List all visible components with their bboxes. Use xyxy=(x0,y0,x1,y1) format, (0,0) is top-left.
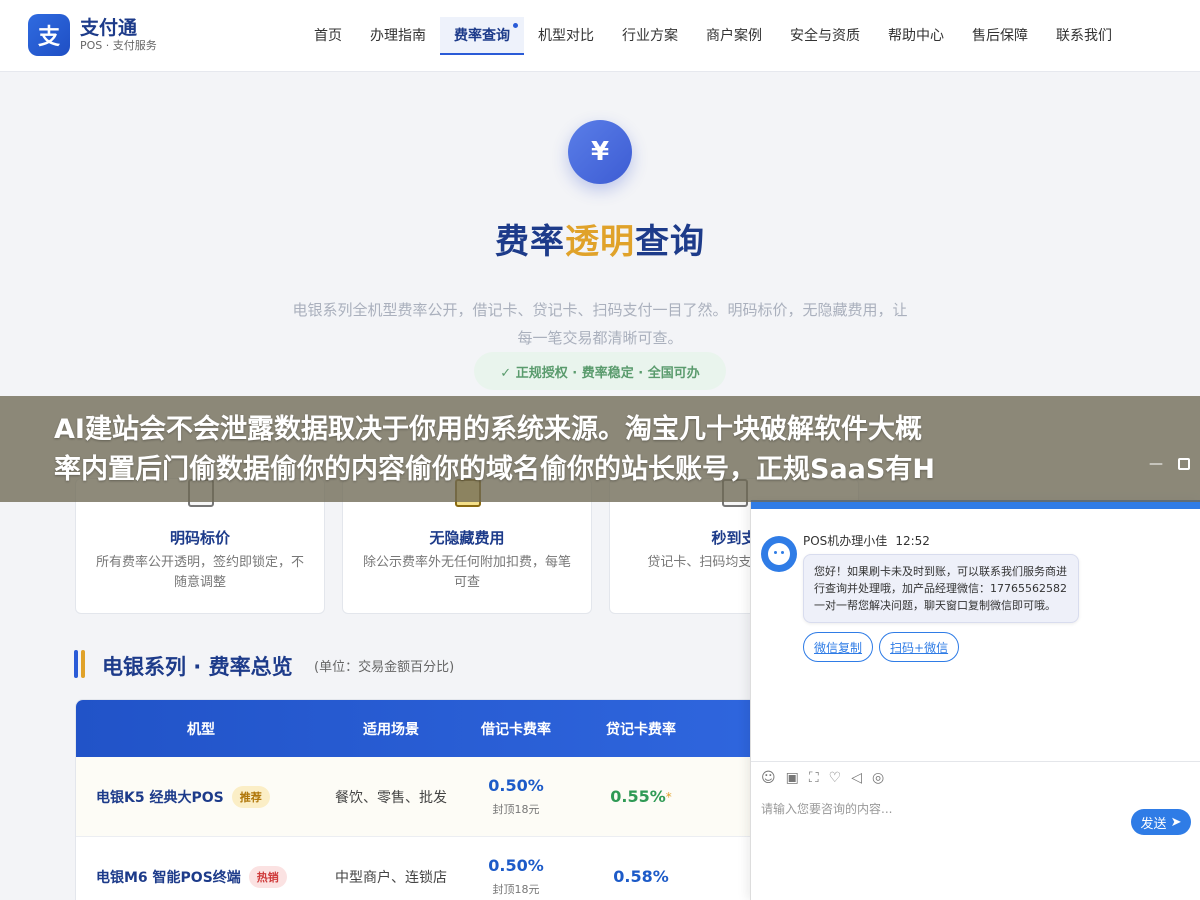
table-header: 机型 适用场景 借记卡费率 贷记卡费率 xyxy=(76,700,774,757)
copy-wechat-button[interactable]: 微信复制 xyxy=(803,632,874,662)
emoji-icon[interactable]: ☺ xyxy=(761,770,776,786)
nav-item-cases[interactable]: 商户案例 xyxy=(692,17,776,55)
site-header: 支 支付通 POS · 支付服务 首页 办理指南 费率查询 机型对比 行业方案 … xyxy=(0,0,1200,72)
section-unit: (单位：交易金额百分比) xyxy=(314,660,455,675)
brand-mark: 支 xyxy=(28,14,70,56)
nav-item-security[interactable]: 安全与资质 xyxy=(776,17,874,55)
section-title: 电银系列 · 费率总览 xyxy=(102,655,293,679)
trust-badge: ✓ 正规授权 · 费率稳定 · 全国可办 xyxy=(474,352,726,390)
model-name[interactable]: 电银K5 经典大POS xyxy=(96,787,224,807)
maximize-icon[interactable] xyxy=(1178,458,1190,470)
screenshot-icon[interactable]: ⛶ xyxy=(809,770,819,786)
agent-avatar xyxy=(761,536,797,572)
main-nav: 首页 办理指南 费率查询 机型对比 行业方案 商户案例 安全与资质 帮助中心 售… xyxy=(300,0,1126,72)
chat-toolbar: ☺ ▣ ⛶ ♡ ◁ ◎ xyxy=(761,770,884,786)
table-row: 电银K5 经典大POS 推荐 餐饮、零售、批发 0.50% 封顶18元 0.55% * xyxy=(76,757,774,837)
chat-widget: POS机办理小佳 12:52 您好！如果刷卡未及时到账，可以联系我们服务商进行查询… xyxy=(750,500,1200,900)
nav-item-contact[interactable]: 联系我们 xyxy=(1042,17,1126,55)
send-button[interactable]: 发送 ➤ xyxy=(1131,809,1191,835)
chat-message: 您好！如果刷卡未及时到账，可以联系我们服务商进行查询并处理哦，加产品经理微信：1… xyxy=(803,554,1079,623)
message-header: POS机办理小佳 12:52 xyxy=(803,534,930,548)
minimize-icon[interactable]: — xyxy=(1148,456,1164,472)
hero-description: 电银系列全机型费率公开，借记卡、贷记卡、扫码支付一目了然。明码标价，无隐藏费用，… xyxy=(292,301,908,347)
nav-item-rates[interactable]: 费率查询 xyxy=(440,17,524,55)
active-dot-icon xyxy=(513,23,518,28)
nav-item-help[interactable]: 帮助中心 xyxy=(874,17,958,55)
scan-wechat-button[interactable]: 扫码+微信 xyxy=(879,632,960,662)
model-name[interactable]: 电银M6 智能POS终端 xyxy=(96,867,241,887)
brand-title: 支付通 xyxy=(80,17,138,39)
brand-logo[interactable]: 支 支付通 POS · 支付服务 xyxy=(28,14,157,56)
recommend-badge: 推荐 xyxy=(231,785,270,808)
yen-icon: ¥ xyxy=(568,120,632,184)
nav-item-aftersales[interactable]: 售后保障 xyxy=(958,17,1042,55)
mute-icon[interactable]: ◁ xyxy=(851,770,862,786)
section-accent xyxy=(74,650,85,678)
page-title: 费率透明查询 xyxy=(495,222,705,262)
nav-item-home[interactable]: 首页 xyxy=(300,17,356,55)
history-icon[interactable]: ◎ xyxy=(872,770,884,786)
nav-item-industry[interactable]: 行业方案 xyxy=(608,17,692,55)
chat-input[interactable]: 请输入您要咨询的内容... xyxy=(761,800,892,817)
rate-table: 机型 适用场景 借记卡费率 贷记卡费率 电银K5 经典大POS 推荐 餐饮、零售、… xyxy=(75,699,775,900)
nav-item-compare[interactable]: 机型对比 xyxy=(524,17,608,55)
brand-subtitle: POS · 支付服务 xyxy=(80,39,157,52)
rating-icon[interactable]: ♡ xyxy=(829,770,842,786)
nav-item-guide[interactable]: 办理指南 xyxy=(356,17,440,55)
table-row: 电银M6 智能POS终端 热销 中型商户、连锁店 0.50% 封顶18元 0.58% xyxy=(76,837,774,900)
image-icon[interactable]: ▣ xyxy=(786,770,799,786)
overlay-banner: AI建站会不会泄露数据取决于你用的系统来源。淘宝几十块破解软件大概 率内置后门偷… xyxy=(0,396,1200,502)
hot-badge: 热销 xyxy=(248,865,287,888)
